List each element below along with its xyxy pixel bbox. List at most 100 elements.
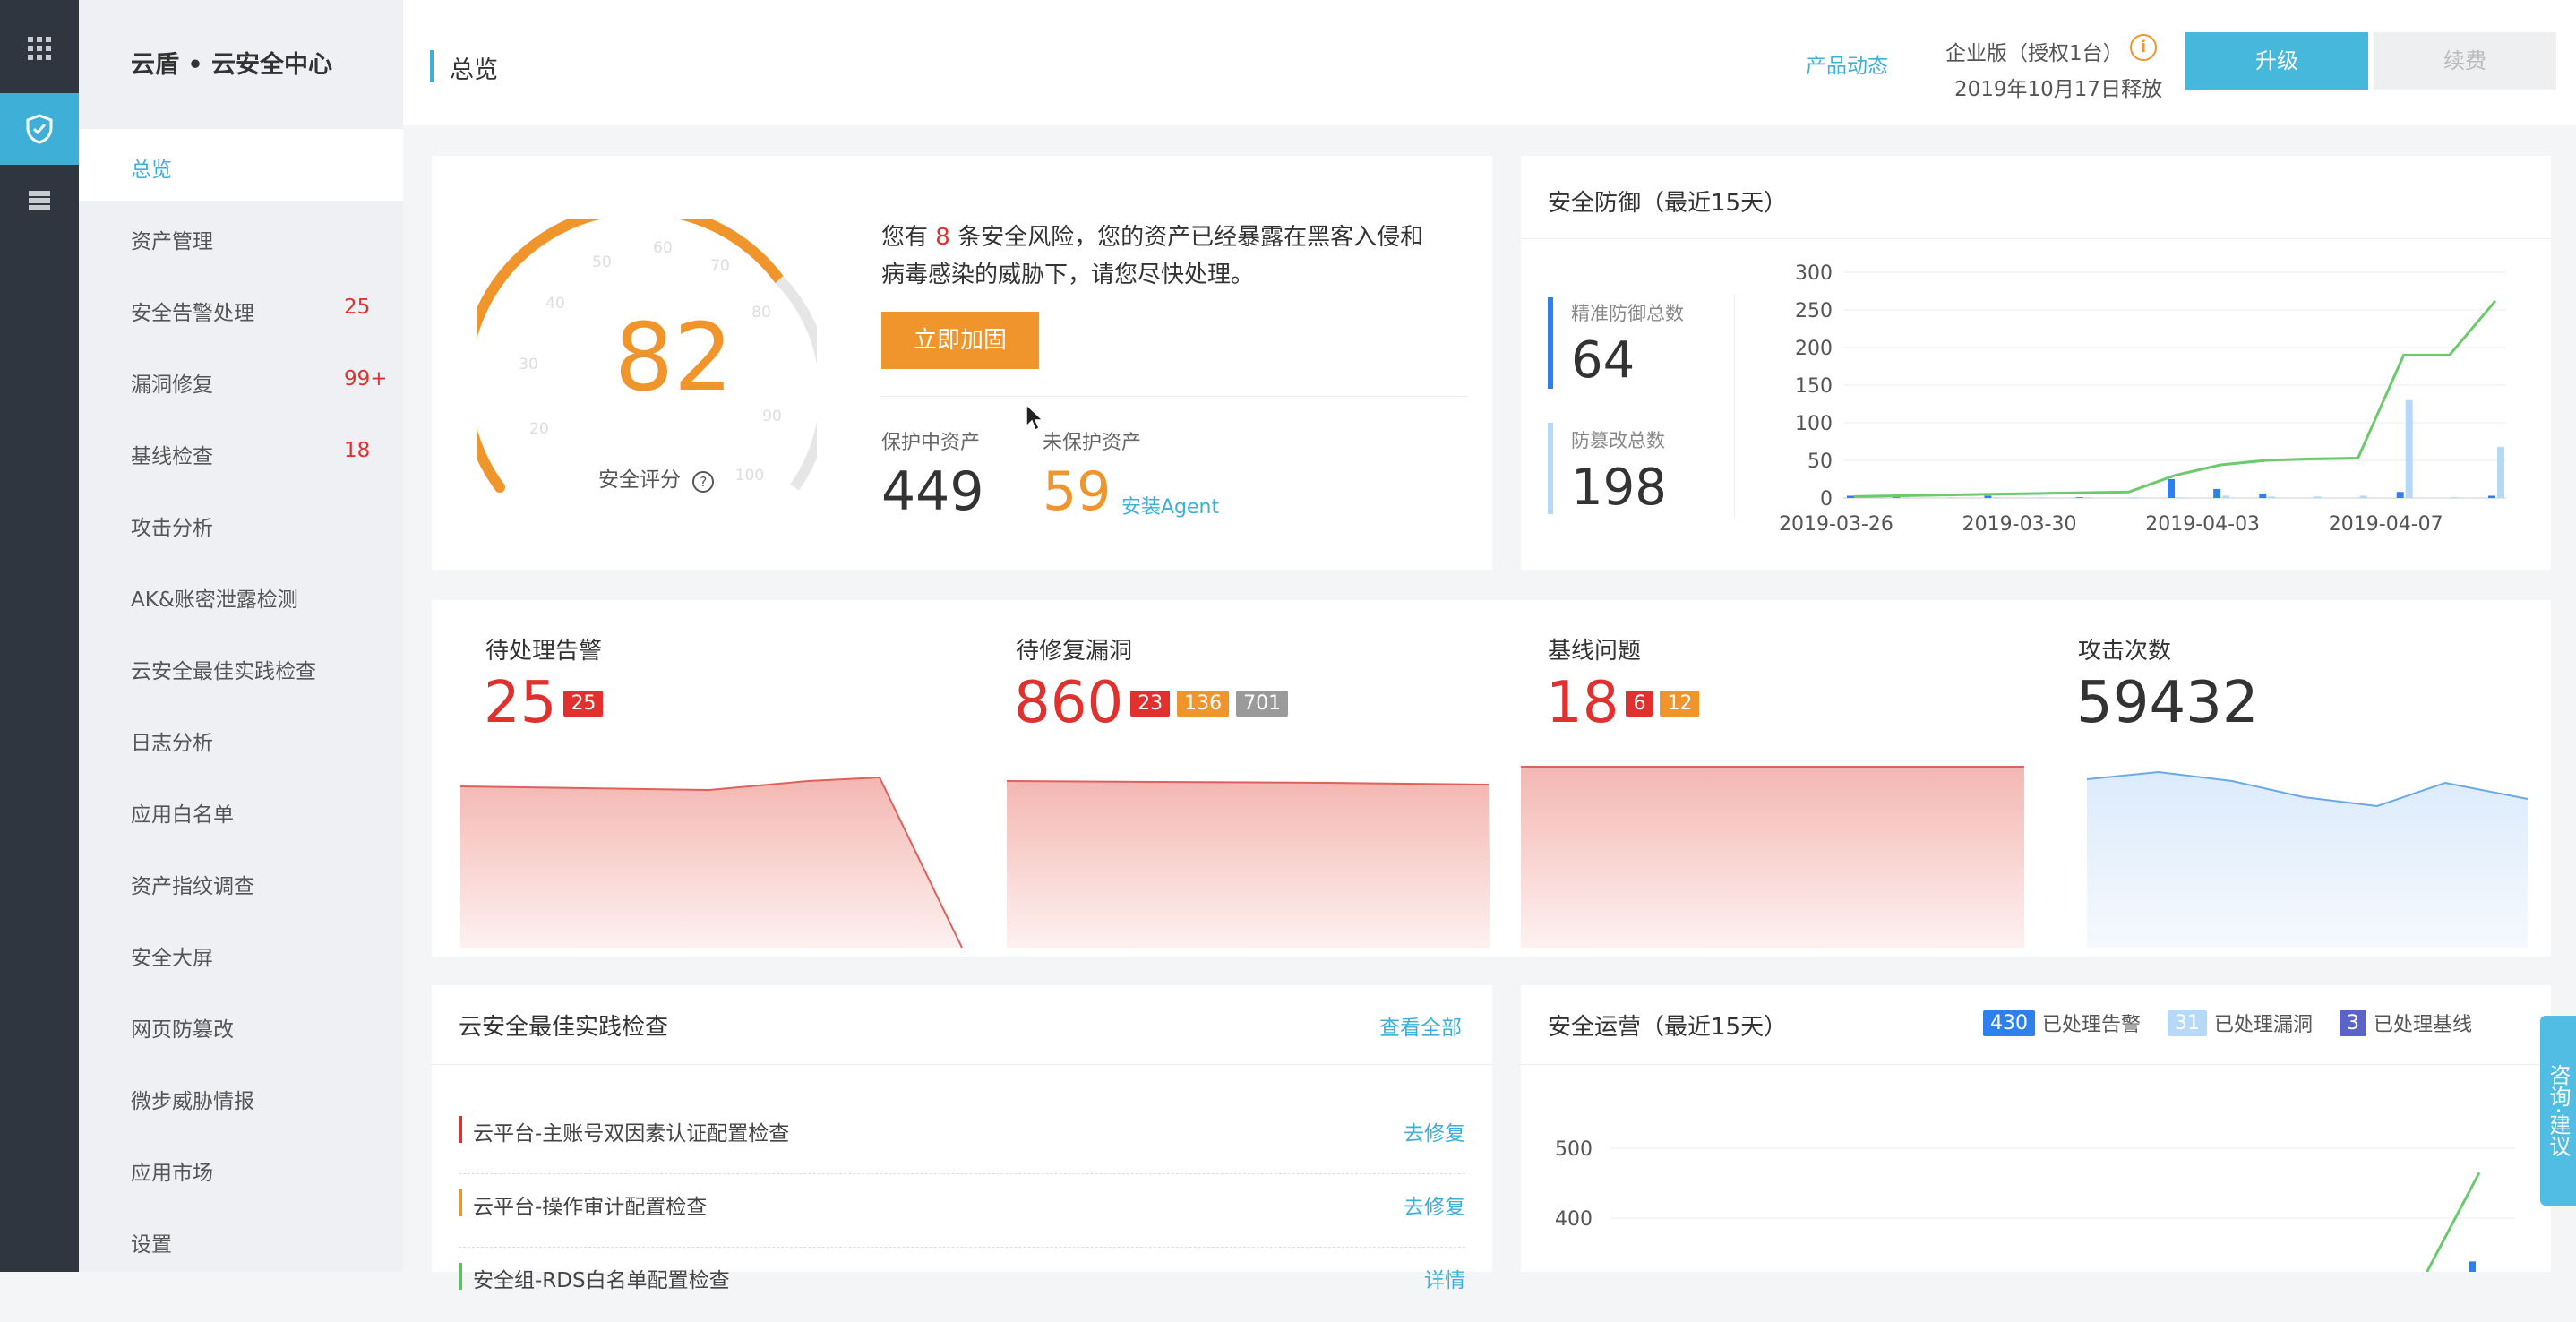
- sidebar-item-baseline[interactable]: 基线检查 18: [79, 416, 403, 487]
- sidebar-item-big-screen[interactable]: 安全大屏: [79, 917, 403, 989]
- tamper-marker: [1548, 423, 1553, 514]
- tamper-label: 防篡改总数: [1571, 430, 1665, 451]
- gauge-tick: 90: [762, 408, 782, 425]
- title-accent-bar: [430, 50, 434, 82]
- info-icon[interactable]: i: [2130, 34, 2157, 61]
- check-label: 云平台-主账号双因素认证配置检查: [473, 1122, 790, 1146]
- bar: [1893, 497, 1901, 498]
- sidebar-item-tamper[interactable]: 网页防篡改: [79, 989, 403, 1060]
- sidebar-item-logs[interactable]: 日志分析: [79, 702, 403, 774]
- x-tick-label: 2019-04-03: [2145, 513, 2260, 536]
- stat-alerts[interactable]: 25 25: [484, 670, 604, 736]
- sidebar-item-alerts[interactable]: 安全告警处理 25: [79, 272, 403, 344]
- bar: [2497, 446, 2504, 498]
- sidebar-item-assets[interactable]: 资产管理: [79, 201, 403, 272]
- fix-now-button[interactable]: 立即加固: [881, 312, 1039, 369]
- consult-tab[interactable]: 咨询·建议: [2540, 1016, 2576, 1206]
- x-tick-label: 2019-03-26: [1779, 513, 1893, 536]
- bar: [1984, 495, 1992, 498]
- shield-icon[interactable]: [0, 93, 79, 165]
- stat-vulns[interactable]: 860 23 136 701: [1014, 670, 1289, 736]
- list-item[interactable]: 云平台-操作审计配置检查 去修复: [459, 1175, 1465, 1248]
- sidebar-item-label: 总览: [131, 159, 172, 182]
- tag-medium: 12: [1660, 690, 1700, 717]
- sidebar-item-app-market[interactable]: 应用市场: [79, 1132, 403, 1204]
- stat-title: 待处理告警: [485, 638, 603, 665]
- x-tick-label: 2019-04-07: [2329, 513, 2443, 536]
- stat-title: 攻击次数: [2078, 638, 2172, 665]
- sidebar-item-attack-analysis[interactable]: 攻击分析: [79, 487, 403, 559]
- upgrade-button[interactable]: 升级: [2185, 32, 2368, 90]
- y-tick-label: 50: [1807, 451, 1833, 473]
- sidebar-item-label: 资产管理: [131, 230, 213, 253]
- apps-grid-icon[interactable]: [0, 13, 79, 84]
- renew-button[interactable]: 续费: [2374, 32, 2556, 90]
- sidebar-item-best-practice[interactable]: 云安全最佳实践检查: [79, 631, 403, 702]
- icon-rail: [0, 0, 79, 1272]
- sparkline-baseline: [1521, 767, 2024, 948]
- list-item[interactable]: 云平台-主账号双因素认证配置检查 去修复: [459, 1102, 1465, 1174]
- divider: [881, 396, 1467, 397]
- sidebar-item-label: 日志分析: [131, 732, 213, 755]
- stat-value: 860: [1014, 670, 1124, 736]
- y-tick-label: 0: [1820, 488, 1833, 511]
- check-label: 安全组-RDS白名单配置检查: [473, 1269, 730, 1292]
- bar: [2259, 493, 2267, 498]
- legend-count: 31: [2168, 1009, 2208, 1036]
- sidebar-item-label: 应用市场: [131, 1162, 213, 1185]
- sidebar-item-whitelist[interactable]: 应用白名单: [79, 774, 403, 846]
- tag-high: 23: [1130, 690, 1171, 717]
- sidebar-item-vulns[interactable]: 漏洞修复 99+: [79, 344, 403, 416]
- operations-chart: 300400500: [1555, 1138, 2515, 1272]
- help-icon[interactable]: ?: [692, 471, 715, 493]
- install-agent-link[interactable]: 安装Agent: [1121, 491, 1219, 519]
- bar: [2405, 399, 2413, 498]
- divider: [432, 1064, 1492, 1065]
- detail-link[interactable]: 详情: [1424, 1263, 1465, 1293]
- server-icon[interactable]: [0, 165, 79, 236]
- gauge-tick: 30: [519, 356, 538, 373]
- sidebar-item-overview[interactable]: 总览: [79, 129, 403, 201]
- sidebar-item-ak-leak[interactable]: AK&账密泄露检测: [79, 559, 403, 631]
- risk-prefix: 您有: [881, 224, 929, 251]
- sidebar-item-label: 安全告警处理: [131, 302, 254, 325]
- risk-suffix: 条安全风险，您的资产已经暴露在黑客入侵和: [957, 224, 1424, 251]
- bar: [2168, 479, 2175, 498]
- release-date: 2019年10月17日释放: [1954, 78, 2163, 101]
- sidebar-item-settings[interactable]: 设置: [79, 1204, 403, 1275]
- legend-label: 已处理漏洞: [2214, 1014, 2314, 1036]
- defense-title: 安全防御（最近15天）: [1548, 190, 1788, 217]
- sidebar-item-threat-intel[interactable]: 微步威胁情报: [79, 1060, 403, 1132]
- operations-card: 安全运营（最近15天） 430 已处理告警 31 已处理漏洞 3 已处理基线 3…: [1521, 985, 2551, 1272]
- sparkline-vulns: [1007, 781, 1490, 948]
- sidebar-item-label: 安全大屏: [131, 947, 213, 970]
- severity-bar: [459, 1263, 462, 1290]
- severity-bar: [459, 1116, 462, 1143]
- sparkline-alerts: [460, 777, 962, 948]
- stat-attacks[interactable]: 59432: [2076, 670, 2259, 736]
- sidebar-item-fingerprint[interactable]: 资产指纹调查: [79, 846, 403, 917]
- legend-count: 3: [2340, 1009, 2367, 1036]
- y-tick-label: 500: [1555, 1138, 1593, 1161]
- tag-high: 6: [1626, 690, 1653, 717]
- unprotected-value: 59: [1043, 460, 1112, 523]
- defense-card: 安全防御（最近15天） 精准防御总数 64 防篡改总数 198 0 50 100 15…: [1521, 156, 2551, 570]
- sidebar-item-label: 基线检查: [131, 445, 213, 468]
- stat-value: 25: [484, 670, 557, 736]
- gauge-tick: 60: [653, 239, 673, 257]
- mouse-cursor-icon: [1026, 403, 1044, 432]
- fix-link[interactable]: 去修复: [1404, 1116, 1465, 1146]
- page-header: 总览 产品动态 企业版（授权1台） i 2019年10月17日释放 升级 续费: [403, 0, 2576, 125]
- fix-link[interactable]: 去修复: [1404, 1189, 1465, 1220]
- stat-value: 59432: [2076, 670, 2259, 736]
- sidebar-item-label: 设置: [131, 1233, 172, 1257]
- bar: [1993, 497, 2001, 498]
- product-news-link[interactable]: 产品动态: [1806, 48, 1888, 79]
- stat-title: 基线问题: [1548, 638, 1642, 665]
- bar: [2488, 495, 2495, 498]
- stat-baseline[interactable]: 18 6 12: [1546, 670, 1700, 736]
- y-tick-label: 250: [1795, 300, 1833, 322]
- list-item[interactable]: 安全组-RDS白名单配置检查 详情: [459, 1250, 1465, 1322]
- view-all-link[interactable]: 查看全部: [1379, 1010, 1462, 1041]
- defense-chart: 0 50 100 150 200 250 300 2019-03-26 2019-03-30 20…: [1779, 263, 2506, 536]
